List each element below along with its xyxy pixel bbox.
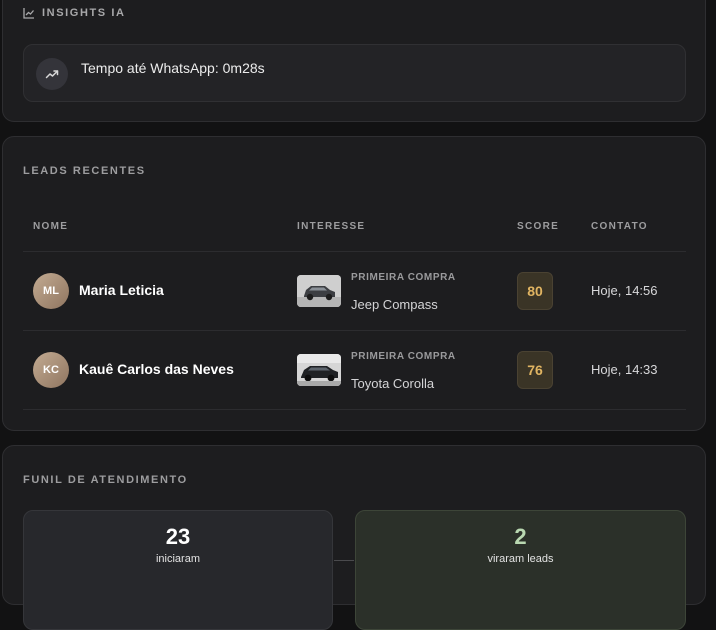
leads-title: LEADS RECENTES [23, 165, 146, 177]
funnel-stage-leads: 2 viraram leads [355, 510, 686, 630]
funnel-stage-started: 23 iniciaram [23, 510, 333, 630]
funnel-connector [334, 560, 354, 561]
column-header-interest: INTERESSE [297, 221, 366, 232]
chart-line-icon [23, 7, 35, 19]
table-row[interactable]: KC Kauê Carlos das Neves PRIMEIRA COMPRA… [23, 331, 686, 409]
avatar: ML [33, 273, 69, 309]
funnel-title: FUNIL DE ATENDIMENTO [23, 474, 188, 486]
insight-text: Tempo até WhatsApp: 0m28s [81, 60, 265, 76]
lead-name[interactable]: Kauê Carlos das Neves [79, 361, 234, 377]
stage-value: 2 [514, 524, 527, 549]
car-model: Jeep Compass [351, 297, 438, 312]
insights-header: INSIGHTS IA [23, 7, 126, 19]
stage-label: viraram leads [487, 553, 554, 565]
score-badge: 80 [517, 272, 553, 310]
insight-item: Tempo até WhatsApp: 0m28s [23, 44, 686, 102]
column-header-contact: CONTATO [591, 221, 648, 232]
interest-type: PRIMEIRA COMPRA [351, 351, 456, 362]
stage-value: 23 [165, 524, 191, 549]
contact-time: Hoje, 14:56 [591, 283, 658, 298]
insights-card: INSIGHTS IA Tempo até WhatsApp: 0m28s [2, 0, 706, 122]
recent-leads-card: LEADS RECENTES NOME INTERESSE SCORE CONT… [2, 136, 706, 431]
lead-name[interactable]: Maria Leticia [79, 282, 164, 298]
stage-label: iniciaram [155, 553, 200, 565]
table-divider [23, 409, 686, 410]
car-model: Toyota Corolla [351, 376, 435, 391]
table-row[interactable]: ML Maria Leticia PRIMEIRA COMPRA Jeep Co… [23, 252, 686, 330]
car-thumbnail [297, 275, 341, 307]
column-header-name: NOME [33, 221, 69, 232]
avatar: KC [33, 352, 69, 388]
insights-title: INSIGHTS IA [42, 7, 126, 19]
trending-up-icon [36, 58, 68, 90]
service-funnel-card: FUNIL DE ATENDIMENTO 23 iniciaram 2 vira… [2, 445, 706, 630]
car-thumbnail [297, 354, 341, 386]
column-header-score: SCORE [517, 221, 560, 232]
contact-time: Hoje, 14:33 [591, 362, 658, 377]
interest-type: PRIMEIRA COMPRA [351, 272, 456, 283]
score-badge: 76 [517, 351, 553, 389]
